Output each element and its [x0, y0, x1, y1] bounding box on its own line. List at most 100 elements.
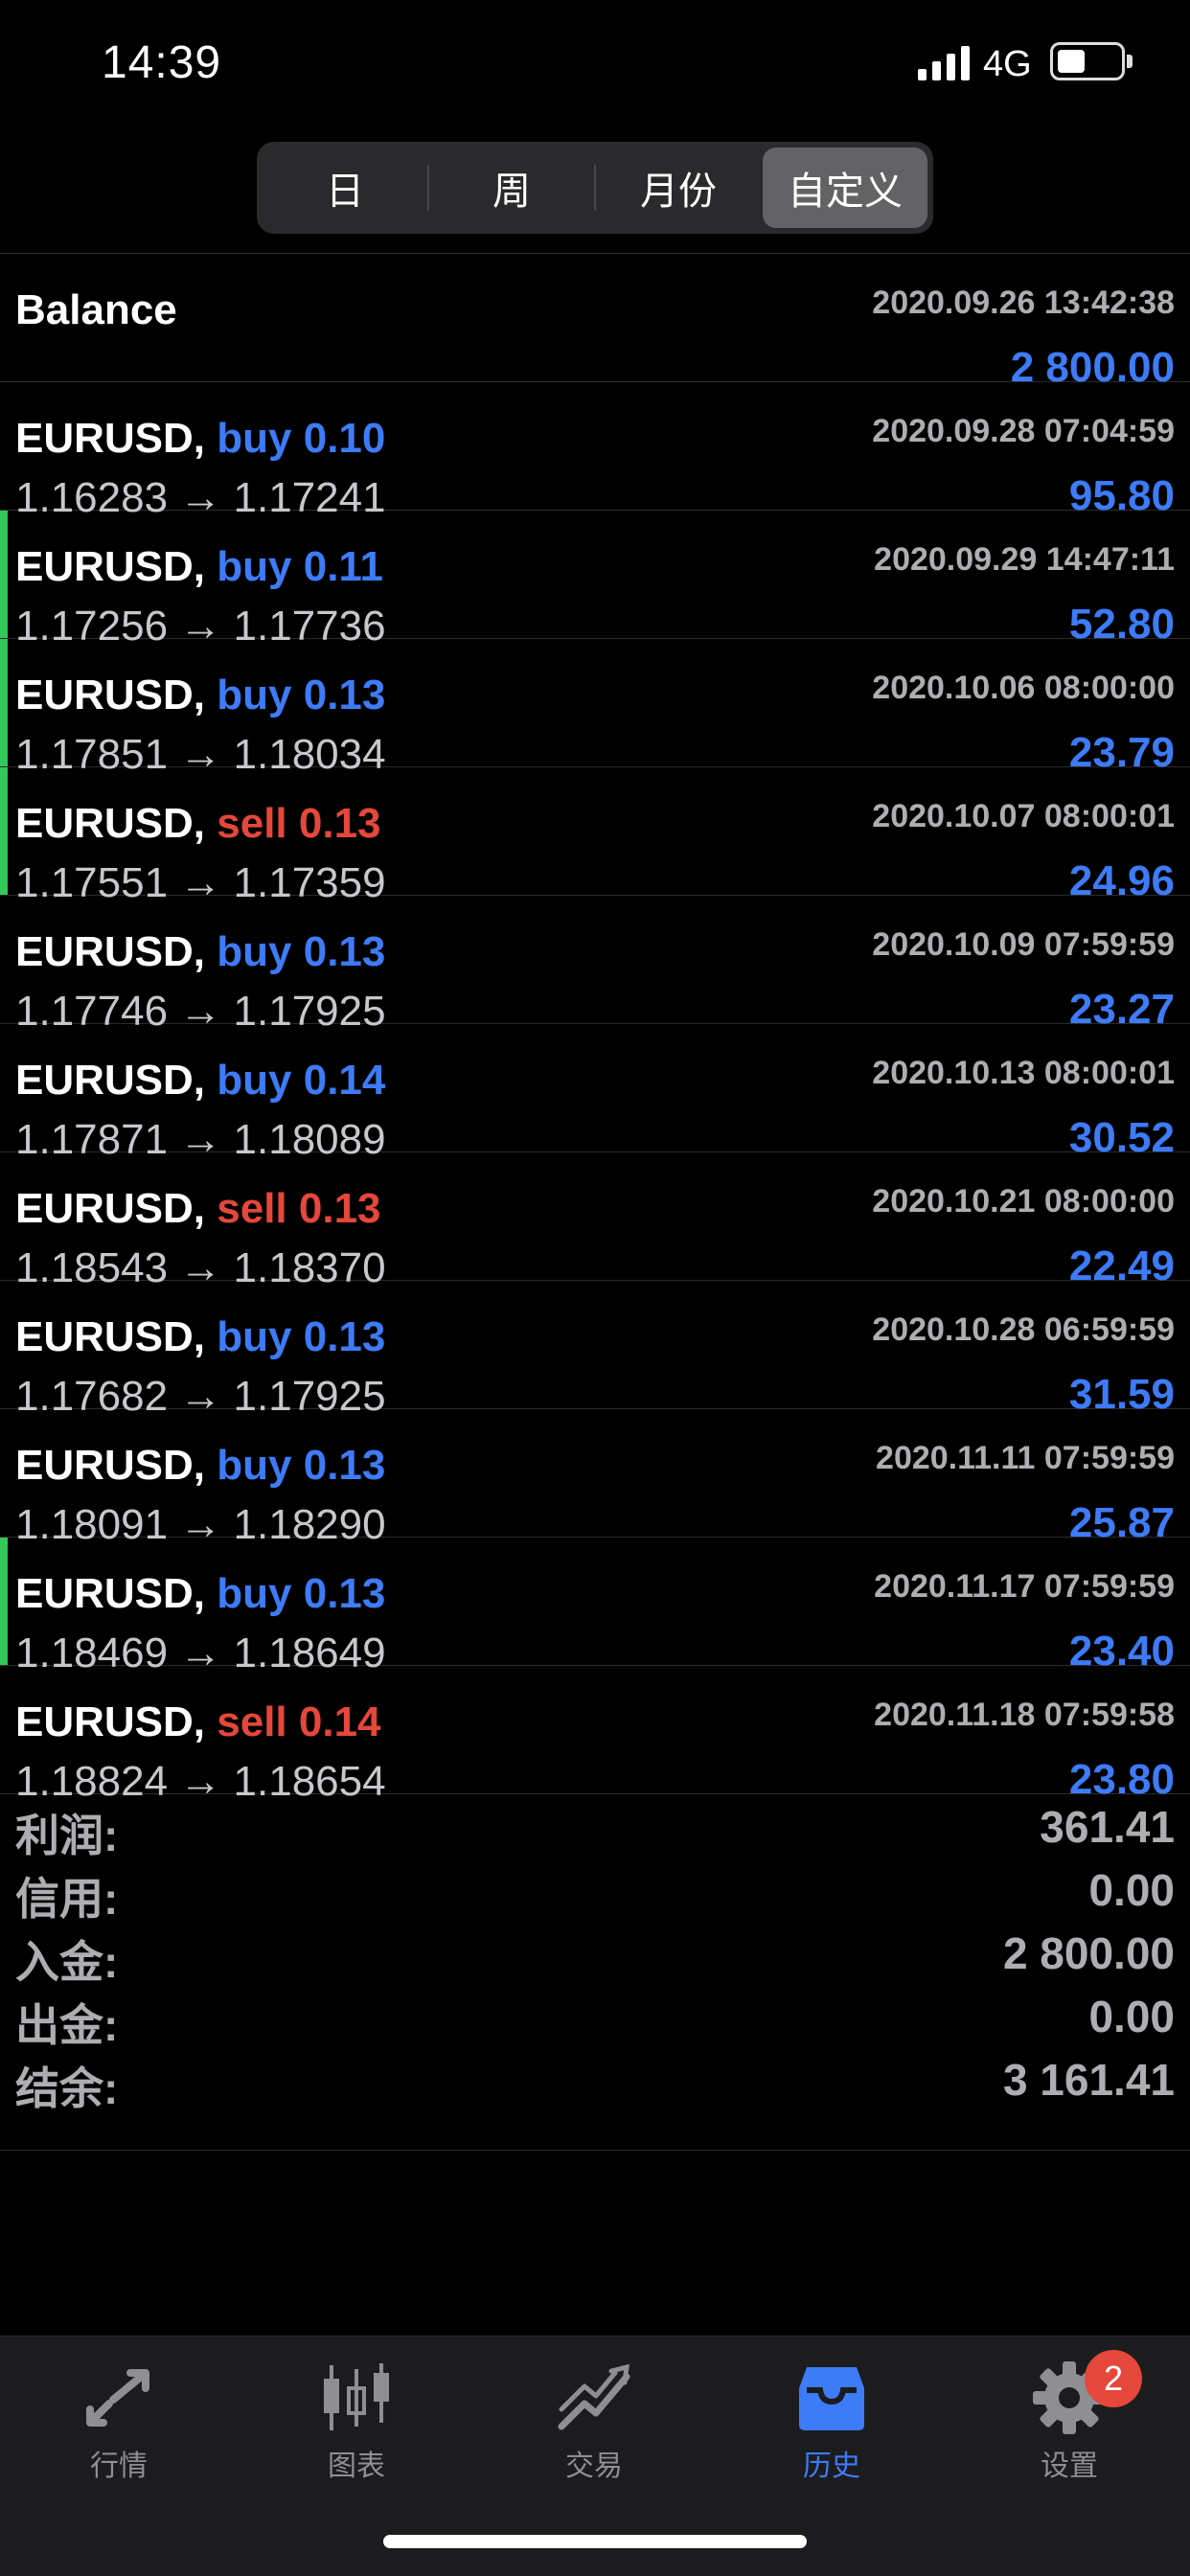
- segment-3[interactable]: 自定义: [763, 148, 927, 228]
- deal-volume: 0.10: [303, 415, 386, 462]
- account-summary: 利润: 361.41 信用: 0.00 入金: 2 800.00 出金: 0.00 结余: 3 1…: [0, 1801, 1190, 2151]
- summary-row: 入金: 2 800.00: [0, 1927, 1190, 1991]
- deal-title: EURUSD, sell 0.14: [15, 1698, 381, 1746]
- deal-symbol: EURUSD,: [15, 800, 206, 847]
- deal-row[interactable]: EURUSD, buy 0.13 1.18091 → 1.18290 2020.11…: [0, 1409, 1190, 1548]
- deal-row[interactable]: EURUSD, buy 0.13 1.17682 → 1.17925 2020.10…: [0, 1281, 1190, 1420]
- summary-row: 结余: 3 161.41: [0, 2054, 1190, 2117]
- tab-settings[interactable]: 2 设置: [973, 2350, 1165, 2494]
- deal-side: buy: [217, 1313, 292, 1360]
- deal-row[interactable]: EURUSD, sell 0.14 1.18824 → 1.18654 2020.1…: [0, 1666, 1190, 1805]
- deal-volume: 0.13: [298, 1185, 381, 1232]
- tab-label: 设置: [1041, 2451, 1098, 2482]
- deal-symbol: EURUSD,: [15, 672, 206, 718]
- quotes-arrows-icon: [86, 2369, 149, 2427]
- deal-side: buy: [217, 1057, 292, 1104]
- deal-volume: 0.14: [303, 1057, 386, 1104]
- history-inbox-icon: [799, 2367, 864, 2430]
- deal-symbol: EURUSD,: [15, 415, 206, 462]
- summary-row: 出金: 0.00: [0, 1991, 1190, 2054]
- deal-date: 2020.09.28 07:04:59: [872, 413, 1175, 449]
- deal-title: EURUSD, sell 0.13: [15, 1185, 381, 1233]
- deal-status-marker: [0, 767, 8, 895]
- deal-date: 2020.10.13 08:00:01: [872, 1055, 1175, 1091]
- deal-date: 2020.11.18 07:59:58: [874, 1697, 1175, 1733]
- network-type: 4G: [983, 44, 1032, 84]
- deal-symbol: EURUSD,: [15, 1313, 206, 1360]
- deal-status-marker: [0, 511, 8, 638]
- summary-value: 361.41: [1040, 1802, 1175, 1852]
- deal-side: buy: [217, 672, 292, 718]
- balance-date: 2020.09.26 13:42:38: [872, 285, 1175, 321]
- tab-label: 行情: [90, 2451, 148, 2482]
- tab-trade[interactable]: 交易: [498, 2359, 690, 2494]
- deal-side: buy: [217, 928, 292, 975]
- deal-symbol: EURUSD,: [15, 1185, 206, 1232]
- tab-history[interactable]: 历史: [736, 2359, 927, 2494]
- deal-title: EURUSD, buy 0.13: [15, 672, 385, 719]
- deal-row[interactable]: EURUSD, sell 0.13 1.18543 → 1.18370 2020.1…: [0, 1152, 1190, 1291]
- deal-date: 2020.10.06 08:00:00: [872, 670, 1175, 706]
- balance-row[interactable]: Balance 2020.09.26 13:42:38 2 800.00: [0, 254, 1190, 391]
- deal-side: buy: [217, 1442, 292, 1489]
- deal-row[interactable]: EURUSD, buy 0.13 1.17851 → 1.18034 2020.10…: [0, 639, 1190, 778]
- deal-prices: 1.18824 → 1.18654: [15, 1758, 386, 1806]
- tab-quotes[interactable]: 行情: [23, 2359, 215, 2494]
- deal-symbol: EURUSD,: [15, 543, 206, 590]
- deal-row[interactable]: EURUSD, buy 0.10 1.16283 → 1.17241 2020.09…: [0, 382, 1190, 521]
- deal-row[interactable]: EURUSD, buy 0.14 1.17871 → 1.18089 2020.10…: [0, 1024, 1190, 1163]
- deal-symbol: EURUSD,: [15, 1442, 206, 1489]
- summary-value: 3 161.41: [1002, 2055, 1175, 2105]
- deal-row[interactable]: EURUSD, buy 0.13 1.18469 → 1.18649 2020.11…: [0, 1538, 1190, 1676]
- candlestick-chart-icon: [324, 2363, 389, 2430]
- tab-label: 交易: [565, 2451, 623, 2482]
- tab-label: 图表: [328, 2451, 385, 2482]
- deal-title: EURUSD, buy 0.10: [15, 415, 385, 463]
- segment-1[interactable]: 周: [429, 148, 594, 228]
- summary-row: 利润: 361.41: [0, 1801, 1190, 1864]
- signal-strength-icon: [918, 46, 970, 80]
- summary-label: 出金:: [15, 2000, 119, 2050]
- deal-symbol: EURUSD,: [15, 1057, 206, 1104]
- segment-2[interactable]: 月份: [596, 148, 761, 228]
- summary-row: 信用: 0.00: [0, 1864, 1190, 1927]
- deal-side: sell: [217, 1698, 287, 1745]
- history-list: Balance 2020.09.26 13:42:38 2 800.00 EUR…: [0, 253, 1190, 1805]
- summary-label: 信用:: [15, 1874, 119, 1924]
- tab-label: 历史: [803, 2451, 860, 2482]
- deal-status-marker: [0, 1538, 8, 1665]
- deal-date: 2020.11.17 07:59:59: [874, 1568, 1175, 1605]
- deal-side: buy: [217, 1570, 292, 1617]
- deal-row[interactable]: EURUSD, buy 0.11 1.17256 → 1.17736 2020.09…: [0, 511, 1190, 650]
- deal-row[interactable]: EURUSD, sell 0.13 1.17551 → 1.17359 2020.1…: [0, 767, 1190, 906]
- deal-date: 2020.11.11 07:59:59: [876, 1440, 1175, 1476]
- summary-label: 结余:: [15, 2063, 119, 2113]
- deal-row[interactable]: EURUSD, buy 0.13 1.17746 → 1.17925 2020.10…: [0, 896, 1190, 1035]
- deal-volume: 0.14: [298, 1698, 381, 1745]
- deal-volume: 0.11: [303, 543, 383, 590]
- deal-title: EURUSD, buy 0.11: [15, 543, 383, 591]
- trade-trend-icon: [558, 2363, 630, 2430]
- status-time: 14:39: [102, 37, 222, 88]
- deal-date: 2020.10.28 06:59:59: [872, 1311, 1175, 1348]
- segment-0[interactable]: 日: [263, 148, 427, 228]
- deal-date: 2020.09.29 14:47:11: [874, 541, 1175, 578]
- summary-value: 2 800.00: [1002, 1928, 1175, 1978]
- deal-volume: 0.13: [303, 1313, 386, 1360]
- deal-date: 2020.10.21 08:00:00: [872, 1183, 1175, 1220]
- deal-symbol: EURUSD,: [15, 1698, 206, 1745]
- deal-side: buy: [217, 415, 292, 462]
- deal-title: EURUSD, buy 0.14: [15, 1057, 385, 1105]
- summary-value: 0.00: [1088, 1865, 1175, 1915]
- notification-badge: 2: [1085, 2350, 1142, 2407]
- deal-status-marker: [0, 639, 8, 766]
- deal-title: EURUSD, buy 0.13: [15, 928, 385, 976]
- deal-title: EURUSD, buy 0.13: [15, 1570, 385, 1618]
- tab-chart[interactable]: 图表: [261, 2359, 452, 2494]
- battery-icon: [1050, 42, 1133, 80]
- deal-date: 2020.10.07 08:00:01: [872, 798, 1175, 834]
- deal-volume: 0.13: [303, 672, 386, 718]
- deal-title: EURUSD, buy 0.13: [15, 1442, 385, 1490]
- home-indicator[interactable]: [383, 2535, 807, 2548]
- period-segmented-control: 日周月份 自定义: [257, 142, 933, 234]
